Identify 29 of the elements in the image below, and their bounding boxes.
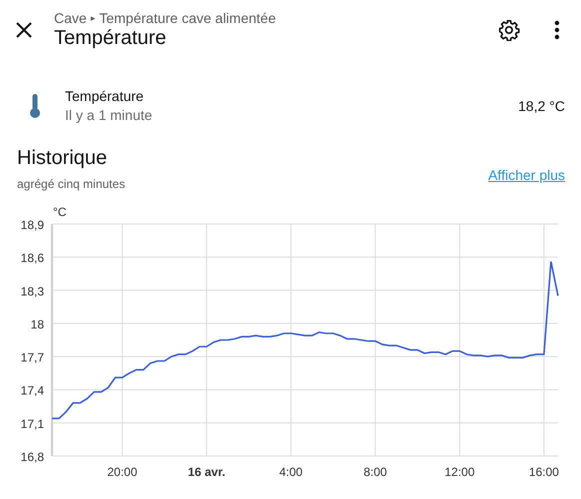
x-axis-label: 20:00 xyxy=(107,465,138,479)
last-changed: Il y a 1 minute xyxy=(65,107,154,123)
close-icon xyxy=(15,21,33,39)
more-icon xyxy=(554,20,560,40)
x-axis-label: 12:00 xyxy=(444,465,475,479)
x-axis-label: 8:00 xyxy=(364,465,387,479)
dialog-title: Température xyxy=(54,27,168,50)
x-axis-label: 16 avr. xyxy=(188,465,226,479)
y-axis-label: 18,9 xyxy=(20,218,44,232)
x-axis-label: 4:00 xyxy=(279,465,303,479)
entity-name: Température xyxy=(65,88,145,104)
section-title: Historique xyxy=(17,147,108,170)
y-axis-label: 18,3 xyxy=(20,284,44,298)
y-axis-label: 17,4 xyxy=(20,384,44,398)
y-axis-label: 17,1 xyxy=(20,416,44,431)
thermometer-icon xyxy=(29,92,41,118)
section-subtitle: agrégé cinq minutes xyxy=(17,177,126,191)
y-axis-label: 18 xyxy=(30,317,44,332)
y-axis-unit: °C xyxy=(53,205,66,219)
settings-icon xyxy=(498,19,520,41)
breadcrumb-item: Température cave alimentée xyxy=(99,10,276,26)
y-axis-label: 17,7 xyxy=(20,350,44,365)
breadcrumb-item: Cave xyxy=(54,10,87,26)
show-more-link[interactable]: Afficher plus xyxy=(488,167,565,183)
y-axis-label: 18,6 xyxy=(20,251,44,266)
y-axis-label: 16,8 xyxy=(20,450,44,464)
entity-state: 18,2 °C xyxy=(518,98,565,114)
breadcrumb-separator: ▸ xyxy=(90,12,96,24)
x-axis-label: 16:00 xyxy=(528,465,559,479)
